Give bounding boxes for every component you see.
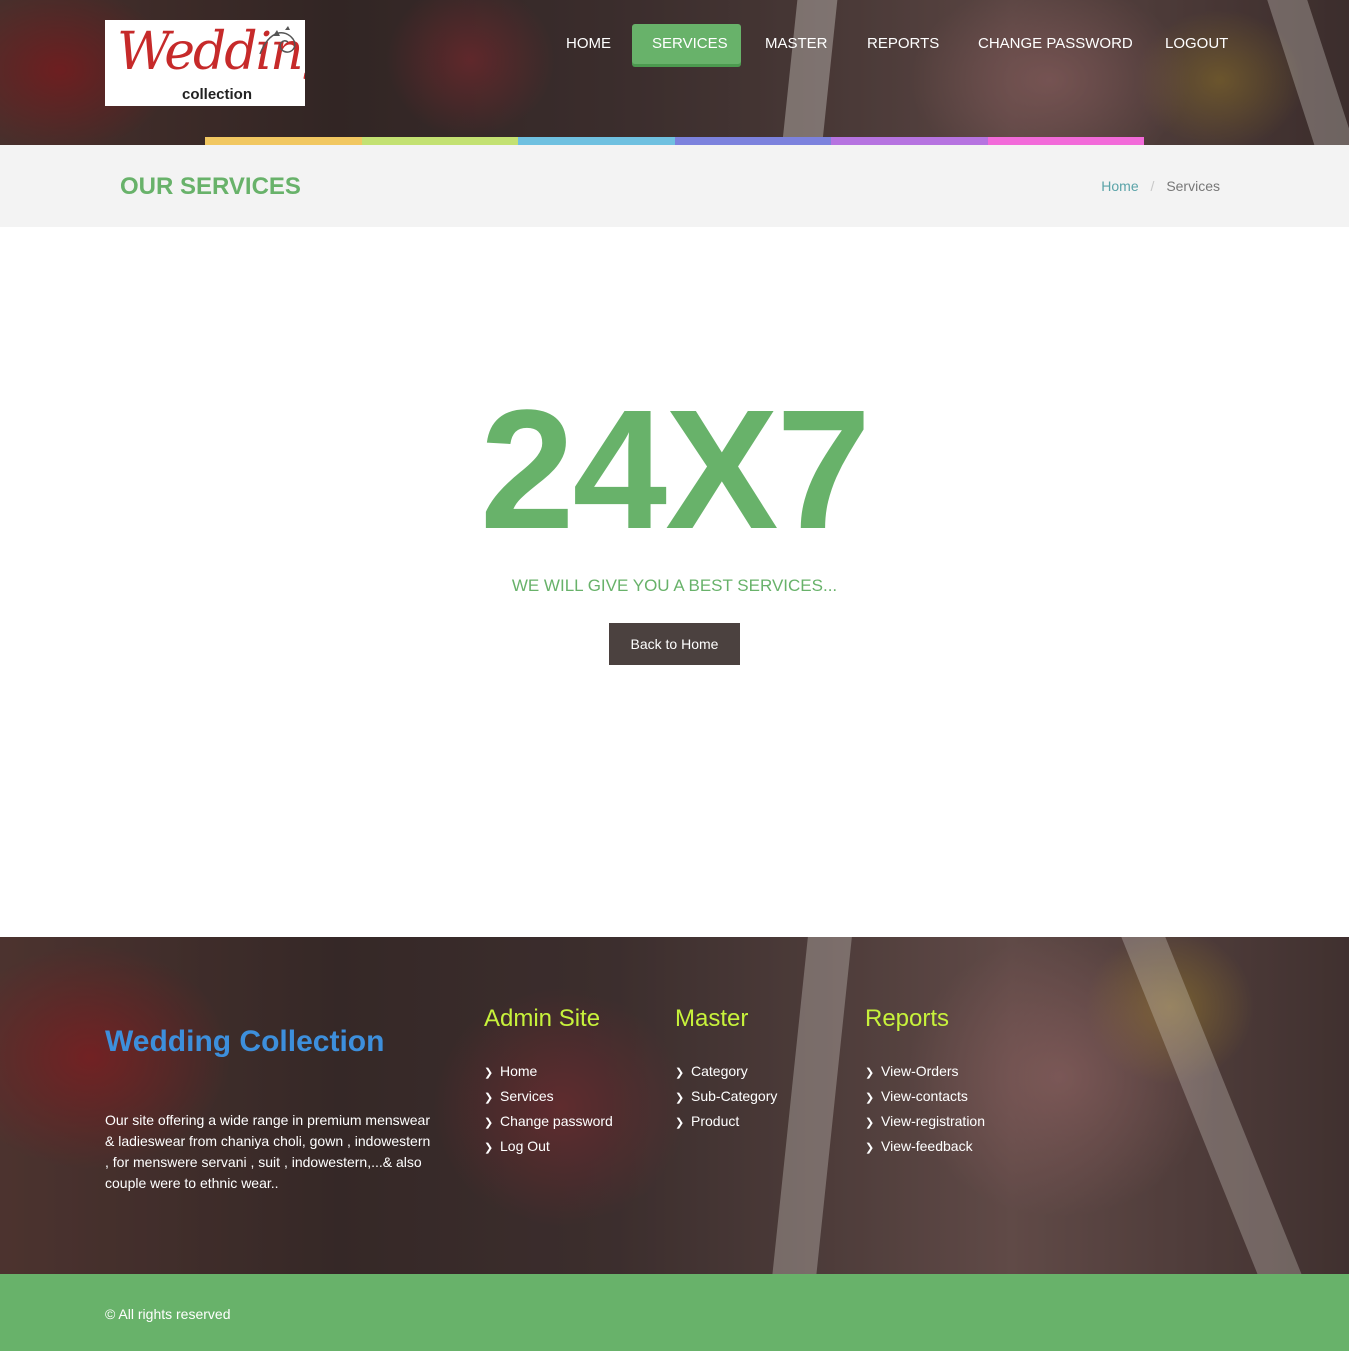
footer-link-sub-category[interactable]: ❯ Sub-Category (675, 1084, 777, 1109)
service-tagline: WE WILL GIVE YOU A BEST SERVICES... (511, 576, 838, 595)
footer-link-label: Sub-Category (691, 1088, 778, 1104)
chevron-right-icon: ❯ (865, 1117, 875, 1129)
breadcrumb-separator: / (1150, 178, 1155, 194)
site-footer: Wedding Collection Our site offering a w… (0, 937, 1349, 1274)
breadcrumb-home-link[interactable]: Home (1101, 178, 1138, 194)
nav-master[interactable]: MASTER (745, 24, 848, 64)
footer-link-services[interactable]: ❯ Services (484, 1084, 613, 1109)
logo-sub-text: collection (182, 86, 253, 103)
chevron-right-icon: ❯ (865, 1067, 875, 1079)
footer-link-home[interactable]: ❯ Home (484, 1059, 613, 1084)
footer-column-title: Master (675, 1005, 749, 1032)
page-title-bar: OUR SERVICES Home / Services (0, 145, 1349, 227)
footer-link-label: Product (691, 1113, 740, 1129)
nav-home[interactable]: HOME (546, 24, 631, 64)
footer-link-label: Change password (500, 1113, 613, 1129)
breadcrumb: Home / Services (1101, 178, 1220, 194)
chevron-right-icon: ❯ (484, 1067, 494, 1079)
footer-link-label: View-contacts (881, 1088, 968, 1104)
main-navigation: HOME SERVICES MASTER REPORTS CHANGE PASS… (0, 24, 1349, 64)
chevron-right-icon: ❯ (675, 1117, 685, 1129)
footer-link-label: View-Orders (881, 1063, 959, 1079)
footer-link-label: Category (691, 1063, 748, 1079)
footer-brand-description: Our site offering a wide range in premiu… (105, 1112, 431, 1191)
color-stripe-segment (361, 137, 518, 145)
footer-link-label: Log Out (500, 1138, 550, 1154)
color-stripe-segment (205, 137, 362, 145)
breadcrumb-current: Services (1166, 178, 1220, 194)
footer-brand-title: Wedding Collection (105, 1025, 385, 1058)
footer-link-view-contacts[interactable]: ❯ View-contacts (865, 1084, 985, 1109)
copyright-text: © All rights reserved (105, 1306, 231, 1322)
footer-column-reports: Reports ❯ View-Orders ❯ View-contacts ❯ Vie… (865, 1005, 985, 1159)
footer-link-product[interactable]: ❯ Product (675, 1109, 777, 1134)
nav-logout[interactable]: LOGOUT (1145, 24, 1248, 64)
nav-services[interactable]: SERVICES (632, 24, 741, 64)
header-color-stripe (205, 137, 1144, 145)
color-stripe-segment (987, 137, 1144, 145)
nav-reports[interactable]: REPORTS (847, 24, 959, 64)
chevron-right-icon: ❯ (865, 1092, 875, 1104)
page-title: OUR SERVICES (120, 173, 301, 200)
footer-link-log-out[interactable]: ❯ Log Out (484, 1134, 613, 1159)
nav-change-password[interactable]: CHANGE PASSWORD (958, 24, 1153, 64)
color-stripe-segment (674, 137, 831, 145)
footer-link-category[interactable]: ❯ Category (675, 1059, 777, 1084)
footer-link-label: Services (500, 1088, 554, 1104)
footer-link-label: View-feedback (881, 1138, 973, 1154)
chevron-right-icon: ❯ (675, 1092, 685, 1104)
footer-column-master: Master ❯ Category ❯ Sub-Category ❯ Product (675, 1005, 777, 1134)
chevron-right-icon: ❯ (675, 1067, 685, 1079)
footer-link-change-password[interactable]: ❯ Change password (484, 1109, 613, 1134)
footer-link-view-registration[interactable]: ❯ View-registration (865, 1109, 985, 1134)
footer-link-view-feedback[interactable]: ❯ View-feedback (865, 1134, 985, 1159)
footer-link-view-orders[interactable]: ❯ View-Orders (865, 1059, 985, 1084)
back-to-home-button[interactable]: Back to Home (609, 623, 740, 665)
footer-link-label: View-registration (881, 1113, 986, 1129)
copyright-bar: © All rights reserved (0, 1274, 1349, 1351)
chevron-right-icon: ❯ (484, 1117, 494, 1129)
footer-column-title: Admin Site (484, 1005, 601, 1032)
footer-column-title: Reports (865, 1005, 950, 1032)
chevron-right-icon: ❯ (865, 1142, 875, 1154)
footer-column-admin-site: Admin Site ❯ Home ❯ Services ❯ Change passw… (484, 1005, 613, 1159)
service-hours-headline: 24X7 (479, 375, 871, 565)
footer-link-label: Home (500, 1063, 538, 1079)
site-header: Wedding collection HOME SERVICES MASTER … (0, 0, 1349, 145)
color-stripe-segment (831, 137, 988, 145)
chevron-right-icon: ❯ (484, 1092, 494, 1104)
chevron-right-icon: ❯ (484, 1142, 494, 1154)
color-stripe-segment (518, 137, 675, 145)
